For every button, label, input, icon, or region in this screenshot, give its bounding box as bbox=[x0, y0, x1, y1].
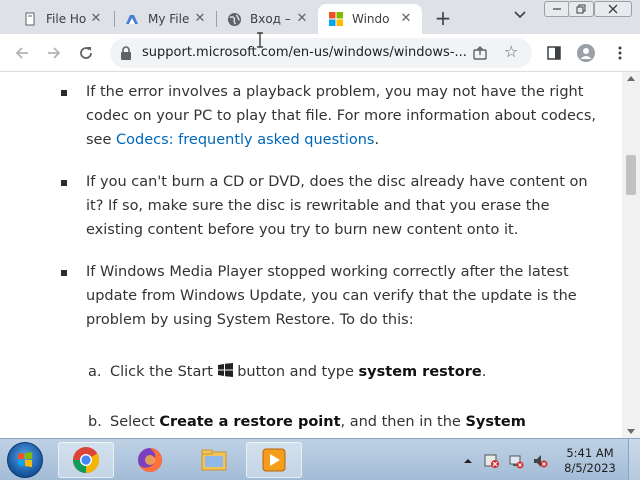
bullet-codec: If the error involves a playback problem… bbox=[86, 80, 606, 152]
bullet-marker bbox=[61, 180, 67, 186]
step-marker: a. bbox=[88, 364, 102, 380]
step-text: Click the Start bbox=[110, 364, 218, 380]
globe-icon bbox=[226, 11, 242, 27]
tab-strip: File Ho ✕ My File ✕ Вход – ✕ Windo ✕ + bbox=[0, 0, 640, 34]
bullet-burn-disc: If you can't burn a CD or DVD, does the … bbox=[86, 174, 588, 238]
show-desktop-button[interactable] bbox=[628, 439, 640, 480]
tab-label: Вход – bbox=[250, 12, 291, 26]
tab-label: Windo bbox=[352, 12, 390, 26]
page-content: If the error involves a playback problem… bbox=[0, 72, 622, 438]
tab-file-host[interactable]: File Ho ✕ bbox=[22, 4, 104, 34]
paragraph-text: . bbox=[374, 132, 380, 148]
minimize-button[interactable] bbox=[544, 1, 570, 17]
tab-my-files[interactable]: My File ✕ bbox=[124, 4, 208, 34]
chrome-icon bbox=[72, 447, 100, 474]
step-marker: b. bbox=[88, 414, 102, 430]
step-a: Click the Start button and type system r… bbox=[110, 360, 486, 384]
bullet-system-restore: If Windows Media Player stopped working … bbox=[86, 264, 577, 328]
action-center-alert-icon[interactable] bbox=[484, 453, 500, 469]
taskbar-chrome[interactable] bbox=[58, 442, 114, 478]
taskbar-media-player[interactable] bbox=[246, 442, 302, 478]
file-explorer-icon bbox=[201, 449, 227, 471]
back-button[interactable] bbox=[11, 42, 33, 64]
system-clock[interactable]: 5:41 AM 8/5/2023 bbox=[556, 446, 624, 476]
tab-label: My File bbox=[148, 12, 190, 26]
browser-toolbar: support.microsoft.com/en-us/windows/wind… bbox=[0, 34, 640, 72]
show-hidden-icons-button[interactable] bbox=[460, 453, 476, 469]
windows-taskbar: 5:41 AM 8/5/2023 bbox=[0, 438, 640, 480]
scrollbar-thumb[interactable] bbox=[626, 155, 636, 195]
start-button[interactable] bbox=[7, 442, 43, 478]
share-icon[interactable] bbox=[472, 45, 488, 65]
media-player-icon bbox=[262, 448, 286, 472]
lock-icon[interactable] bbox=[120, 45, 132, 64]
forward-button[interactable] bbox=[43, 42, 65, 64]
step-text: Select bbox=[110, 414, 160, 430]
close-window-button[interactable] bbox=[594, 1, 632, 17]
restore-button[interactable] bbox=[568, 1, 594, 17]
file-icon bbox=[22, 11, 38, 27]
text-cursor-icon bbox=[256, 32, 264, 52]
page-scrollbar[interactable] bbox=[622, 72, 640, 438]
taskbar-file-explorer[interactable] bbox=[186, 442, 242, 478]
firefox-icon bbox=[138, 448, 162, 472]
reload-button[interactable] bbox=[75, 42, 97, 64]
tab-windows-support[interactable]: Windo ✕ bbox=[318, 4, 422, 34]
side-panel-icon[interactable] bbox=[544, 43, 564, 63]
step-text: . bbox=[481, 364, 487, 380]
tab-label: File Ho bbox=[46, 12, 87, 26]
step-bold-text: System bbox=[465, 414, 526, 430]
close-tab-icon[interactable]: ✕ bbox=[398, 11, 414, 27]
tab-login[interactable]: Вход – ✕ bbox=[226, 4, 310, 34]
codecs-faq-link[interactable]: Codecs: frequently asked questions bbox=[116, 132, 374, 148]
menu-icon[interactable] bbox=[610, 43, 630, 63]
bullet-marker bbox=[61, 90, 67, 96]
profile-avatar-icon[interactable] bbox=[576, 43, 596, 63]
new-tab-button[interactable]: + bbox=[432, 7, 454, 29]
drive-icon bbox=[124, 11, 140, 27]
microsoft-logo-icon bbox=[328, 11, 344, 27]
clock-time: 5:41 AM bbox=[566, 446, 614, 460]
volume-muted-icon[interactable] bbox=[532, 453, 548, 469]
windows-start-icon bbox=[217, 363, 233, 380]
step-text: , and then in the bbox=[340, 414, 466, 430]
step-bold-text: system restore bbox=[358, 364, 482, 380]
address-bar[interactable]: support.microsoft.com/en-us/windows/wind… bbox=[110, 38, 532, 68]
network-alert-icon[interactable] bbox=[508, 453, 524, 469]
bullet-marker bbox=[61, 270, 67, 276]
bookmark-star-icon[interactable]: ☆ bbox=[504, 44, 518, 60]
tab-divider bbox=[114, 11, 115, 27]
url-text: support.microsoft.com/en-us/windows/wind… bbox=[142, 45, 467, 60]
close-tab-icon[interactable]: ✕ bbox=[88, 11, 104, 27]
clock-date: 8/5/2023 bbox=[564, 461, 616, 475]
scroll-down-arrow-icon[interactable] bbox=[627, 429, 635, 434]
close-tab-icon[interactable]: ✕ bbox=[294, 11, 310, 27]
step-bold-text: Create a restore point bbox=[159, 414, 341, 430]
windows-flag-icon bbox=[18, 452, 32, 467]
tab-search-icon[interactable] bbox=[512, 9, 528, 25]
taskbar-firefox[interactable] bbox=[122, 442, 178, 478]
tab-divider bbox=[216, 11, 217, 27]
step-text: button and type bbox=[232, 364, 359, 380]
close-tab-icon[interactable]: ✕ bbox=[192, 11, 208, 27]
scroll-up-arrow-icon[interactable] bbox=[627, 76, 635, 81]
step-b: Select Create a restore point, and then … bbox=[110, 410, 526, 434]
